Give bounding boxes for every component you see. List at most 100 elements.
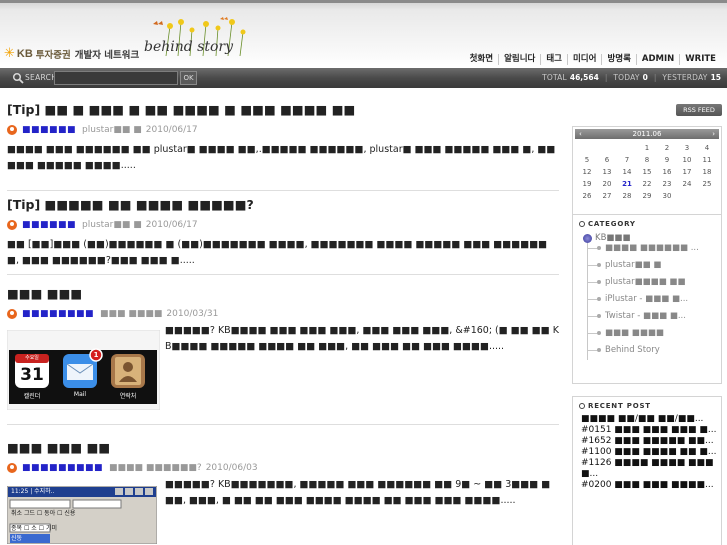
recent-post-item[interactable]: #1126 ■■■■ ■■■■ ■■■■... — [581, 458, 717, 480]
calendar-day[interactable]: 8 — [637, 154, 657, 166]
tree-branch — [587, 281, 597, 283]
post-thumbnail[interactable]: 수요일 31 1 캘린더 Mail 연락처 — [6, 329, 161, 411]
tree-branch — [587, 264, 597, 266]
calendar-next-button[interactable]: › — [712, 129, 715, 139]
tree-branch — [587, 349, 597, 351]
nav-home[interactable]: 첫화면 — [465, 54, 498, 65]
bullet-icon — [597, 280, 601, 284]
calendar-day[interactable]: 4 — [697, 142, 717, 154]
calendar-day[interactable]: 30 — [657, 190, 677, 202]
calendar-day[interactable]: 14 — [617, 166, 637, 178]
category-item[interactable]: iPlustar - ■■■ ■... — [587, 294, 719, 304]
post-author[interactable]: ■■■■■■■■■ — [22, 463, 103, 473]
calendar-day[interactable]: 3 — [677, 142, 697, 154]
nav-guestbook[interactable]: 방명록 — [601, 54, 635, 65]
recent-post-item[interactable]: #0200 ■■■ ■■■ ■■■■... — [581, 480, 717, 491]
calendar-day[interactable]: 10 — [677, 154, 697, 166]
search-icon — [12, 72, 24, 84]
calendar-day[interactable]: 26 — [577, 190, 597, 202]
category-item[interactable]: ■■■■ ■■■■■■ ... — [587, 243, 719, 253]
category-item[interactable]: plustar■■ ■ — [587, 260, 719, 270]
calendar-day[interactable]: 1 — [637, 142, 657, 154]
brand-title[interactable]: behind story — [144, 39, 233, 55]
post-title[interactable]: ■■■ ■■■ ■■ — [7, 440, 559, 455]
post-title[interactable]: ■■■ ■■■ — [7, 286, 559, 301]
total-value: 46,564 — [569, 73, 599, 82]
logo-kb-text: KB — [16, 47, 33, 60]
category-item[interactable]: ■■■ ■■■■ — [587, 328, 719, 338]
calendar-day[interactable]: 15 — [637, 166, 657, 178]
calendar-day[interactable]: 24 — [677, 178, 697, 190]
post-category[interactable]: ■■■■ ■■■■■■? — [109, 463, 202, 473]
category-root[interactable]: KB■■■ — [583, 233, 631, 243]
mail-app-label: Mail — [73, 391, 87, 398]
category-label: Behind Story — [605, 345, 660, 355]
recent-post-box: RECENT POST ■■■■ ■■/■■ ■■/■■... #0151 ■■■… — [572, 396, 722, 545]
category-item[interactable]: Behind Story — [587, 345, 719, 355]
calendar-day[interactable]: 22 — [637, 178, 657, 190]
calendar-day[interactable]: 6 — [597, 154, 617, 166]
tree-branch — [587, 315, 597, 317]
post-excerpt[interactable]: ■■■■■? KB■■■■ ■■■ ■■■ ■■■, ■■■ ■■■ ■■■, … — [165, 323, 559, 355]
nav-admin[interactable]: ADMIN — [635, 54, 679, 65]
author-icon — [7, 125, 17, 135]
post-excerpt[interactable]: ■■ [■■]■■■ (■■)■■■■■■ ■ (■■)■■■■■■■ ■■■■… — [7, 237, 559, 269]
rss-feed-button[interactable]: RSS FEED — [676, 104, 722, 116]
calendar-day[interactable]: 11 — [697, 154, 717, 166]
counter-divider: | — [653, 73, 657, 82]
category-item[interactable]: Twistar - ■■■ ■... — [587, 311, 719, 321]
calendar-day — [697, 190, 717, 202]
calendar-day[interactable]: 18 — [697, 166, 717, 178]
sun-logo-icon: ✳ — [4, 46, 15, 61]
post-author[interactable]: ■■■■■■ — [22, 220, 76, 230]
category-list: KB■■■ ■■■■ ■■■■■■ ... plustar■■ ■ plustar■… — [573, 233, 721, 373]
calendar-day[interactable]: 21 — [617, 178, 637, 190]
nav-write[interactable]: WRITE — [679, 54, 721, 65]
post-category[interactable]: ■■■ ■■■■ — [100, 309, 162, 319]
post-thumbnail[interactable]: 11:25 | 수지하.. 취소 그드 ☐ 동아 ☐ 신용 종목 ☐ 소 ☐ 기… — [6, 485, 158, 545]
site-logo[interactable]: ✳ KB 투자증권 개발자 네트워크 — [4, 46, 139, 61]
recent-post-item[interactable]: #0151 ■■■ ■■■ ■■■ ■... — [581, 425, 717, 436]
calendar-app-day: 31 — [20, 365, 44, 385]
post-category[interactable]: plustar■■ ■ — [82, 125, 142, 135]
calendar-day[interactable]: 23 — [657, 178, 677, 190]
recent-post-item[interactable]: #1100 ■■■ ■■■■ ■■ ■... — [581, 447, 717, 458]
category-title: CATEGORY — [573, 215, 721, 228]
post-title[interactable]: [Tip] ■■■■■ ■■ ■■■■ ■■■■■? — [7, 197, 559, 212]
calendar-day[interactable]: 16 — [657, 166, 677, 178]
search-label: SEARCH — [25, 73, 58, 82]
calendar-day[interactable]: 7 — [617, 154, 637, 166]
calendar-day[interactable]: 28 — [617, 190, 637, 202]
calendar-day[interactable]: 2 — [657, 142, 677, 154]
calendar-day[interactable]: 5 — [577, 154, 597, 166]
category-item[interactable]: plustar■■■■ ■■ — [587, 277, 719, 287]
nav-tag[interactable]: 태그 — [540, 54, 567, 65]
network-name: 개발자 네트워크 — [74, 49, 140, 61]
recent-post-title-text: RECENT POST — [588, 402, 651, 410]
search-ok-button[interactable]: OK — [180, 71, 197, 85]
calendar-day[interactable]: 20 — [597, 178, 617, 190]
search-input[interactable] — [54, 71, 178, 85]
calendar-day[interactable]: 19 — [577, 178, 597, 190]
calendar-day[interactable]: 29 — [637, 190, 657, 202]
calendar-prev-button[interactable]: ‹ — [579, 129, 582, 139]
post-author[interactable]: ■■■■■■■■ — [22, 309, 94, 319]
calendar-day[interactable]: 9 — [657, 154, 677, 166]
post-date: 2010/06/03 — [205, 463, 258, 473]
recent-post-item[interactable]: ■■■■ ■■/■■ ■■/■■... — [581, 414, 717, 425]
post-excerpt[interactable]: ■■■■ ■■■ ■■■■■■ ■■ plustar■ ■■■■ ■■,.■■■… — [7, 142, 559, 174]
counter-divider: | — [604, 73, 608, 82]
calendar-day[interactable]: 25 — [697, 178, 717, 190]
post-category[interactable]: plustar■■ ■ — [82, 220, 142, 230]
yesterday-value: 15 — [710, 73, 721, 82]
calendar-day[interactable]: 12 — [577, 166, 597, 178]
calendar-day[interactable]: 13 — [597, 166, 617, 178]
post-excerpt[interactable]: ■■■■■? KB■■■■■■■, ■■■■■ ■■■ ■■■■■■ ■■ 9■… — [165, 477, 559, 509]
calendar-day[interactable]: 27 — [597, 190, 617, 202]
nav-notice[interactable]: 알림니다 — [498, 54, 540, 65]
nav-media[interactable]: 미디어 — [566, 54, 601, 65]
post-title[interactable]: [Tip] ■■ ■ ■■■ ■ ■■ ■■■■ ■ ■■■ ■■■■ ■■ — [7, 102, 559, 117]
post-author[interactable]: ■■■■■■ — [22, 125, 76, 135]
calendar-day[interactable]: 17 — [677, 166, 697, 178]
recent-post-item[interactable]: #1652 ■■■ ■■■■■ ■■... — [581, 436, 717, 447]
